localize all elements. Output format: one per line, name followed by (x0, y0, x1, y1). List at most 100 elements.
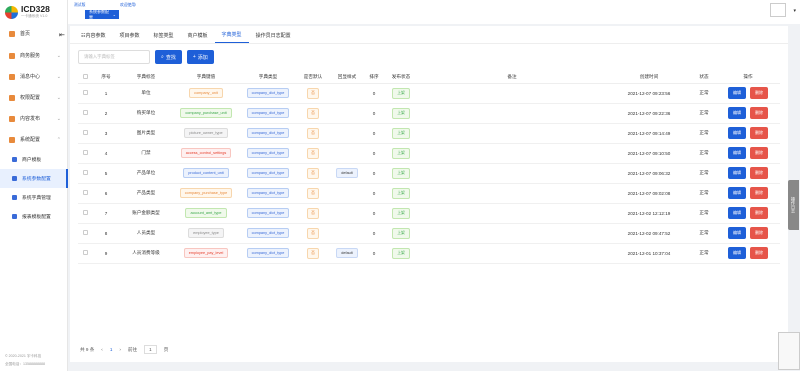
briefcase-icon (9, 52, 15, 59)
sidebar-item-permissions[interactable]: 权限配置 ⌄ (0, 88, 68, 107)
row-checkbox[interactable] (82, 170, 88, 175)
delete-button[interactable]: 删除 (750, 227, 768, 239)
sort-value: 0 (364, 223, 384, 244)
remark (418, 103, 606, 124)
col-header: 字典类型 (240, 71, 296, 84)
logo-icon (5, 5, 18, 19)
dict-label: 人员消费等级 (120, 243, 172, 264)
add-button[interactable]: + 添加 (186, 50, 214, 64)
system-select[interactable]: 系统参数配置 ⌄ (85, 9, 119, 20)
tab-tag-type[interactable]: 标签类型 (147, 32, 181, 43)
default-tag: 否 (307, 107, 319, 119)
delete-button[interactable]: 删除 (750, 247, 768, 259)
edit-button[interactable]: 编辑 (728, 247, 746, 259)
avatar[interactable] (770, 3, 786, 17)
row-checkbox[interactable] (82, 250, 88, 255)
delete-button[interactable]: 删除 (750, 87, 768, 99)
next-page-button[interactable]: › (119, 347, 121, 352)
tab-bar: ☷内容参数 项目参数 标签类型 商户模板 字典类型 操作员日志配置 (70, 26, 788, 44)
edit-button[interactable]: 编辑 (728, 187, 746, 199)
sort-value: 0 (364, 103, 384, 124)
tab-dict-type[interactable]: 字典类型 (214, 31, 249, 43)
prev-page-button[interactable]: ‹ (101, 347, 103, 352)
tab-merchant-template[interactable]: 商户模板 (181, 32, 215, 43)
sidebar: ICD328 一卡通系统 V1.0 首页 商务服务 ⌄ 消息中心 ⌄ 权限配置 ⌄ 内… (0, 0, 68, 371)
collapse-icon[interactable]: ⇤ (59, 31, 65, 39)
chevron-down-icon: ⌄ (56, 115, 61, 122)
row-checkbox[interactable] (82, 130, 88, 135)
sidebar-item-home[interactable]: 首页 (0, 24, 68, 43)
page-jump-input[interactable]: 1 (144, 345, 157, 354)
publish-status-tag: 上架 (392, 87, 410, 99)
total-count: 共 9 条 (80, 346, 95, 352)
edit-button[interactable]: 编辑 (728, 127, 746, 139)
sort-value: 0 (364, 163, 384, 184)
state: 正常 (692, 163, 716, 184)
col-header: 排序 (364, 71, 384, 84)
search-button[interactable]: ⌕ 查找 (155, 50, 182, 64)
publish-status-tag: 上架 (392, 247, 410, 259)
delete-button[interactable]: 删除 (750, 147, 768, 159)
created-time: 2021-12-07 09:22:36 (606, 103, 692, 124)
delete-button[interactable]: 删除 (750, 167, 768, 179)
row-number: 6 (92, 183, 120, 204)
sort-value: 0 (364, 143, 384, 164)
app-subtitle: 一卡通系统 V1.0 (21, 14, 48, 18)
sidebar-item-report-template[interactable]: 报表模板配置 (0, 207, 68, 226)
table-header: 序号 字典标签 字典键值 字典类型 是否默认 回显样式 排序 发布状态 备注 创… (78, 71, 780, 84)
col-header: 发布状态 (384, 71, 418, 84)
sort-value: 0 (364, 183, 384, 204)
sidebar-item-system-config[interactable]: 系统配置 ⌃ (0, 130, 68, 149)
row-checkbox[interactable] (82, 210, 88, 215)
dict-type-tag: company_dict_type (246, 188, 290, 198)
sidebar-item-publish[interactable]: 内容发布 ⌄ (0, 109, 68, 128)
edit-button[interactable]: 编辑 (728, 167, 746, 179)
table-row: 6 产品类型 company_purchase_type company_dict_t… (78, 183, 780, 204)
row-checkbox[interactable] (82, 150, 88, 155)
main-panel: ☷内容参数 项目参数 标签类型 商户模板 字典类型 操作员日志配置 请输入字典标… (70, 26, 788, 362)
dict-table: 序号 字典标签 字典键值 字典类型 是否默认 回显样式 排序 发布状态 备注 创… (78, 71, 780, 264)
created-time: 2021-12-07 09:06:32 (606, 163, 692, 184)
col-header: 字典键值 (172, 71, 240, 84)
sidebar-item-messages[interactable]: 消息中心 ⌄ (0, 67, 68, 86)
row-checkbox[interactable] (82, 190, 88, 195)
table-row: 4 门禁 access_control_settings company_dict_t… (78, 143, 780, 164)
caret-down-icon[interactable]: ▾ (793, 8, 796, 14)
edit-button[interactable]: 编辑 (728, 227, 746, 239)
delete-button[interactable]: 删除 (750, 107, 768, 119)
publish-status-tag: 上架 (392, 127, 410, 139)
tab-project-params[interactable]: 项目参数 (113, 32, 147, 43)
row-checkbox[interactable] (82, 230, 88, 235)
select-all-checkbox[interactable] (82, 73, 88, 79)
sidebar-item-system-params[interactable]: 系统参数配置 (0, 169, 68, 188)
sidebar-item-dict-management[interactable]: 系统字典管理 (0, 188, 68, 207)
operation-log-panel[interactable]: 操作日志 (788, 180, 799, 230)
default-tag: 否 (307, 207, 319, 219)
remark (418, 143, 606, 164)
default-tag: 否 (307, 187, 319, 199)
pagination: 共 9 条 ‹ 1 › 前往 1 页 (80, 345, 168, 354)
lock-icon (9, 94, 15, 101)
search-input[interactable]: 请输入字典标签 (78, 50, 150, 64)
current-page[interactable]: 1 (110, 347, 113, 352)
tab-content-params[interactable]: ☷内容参数 (74, 32, 113, 43)
default-tag: 否 (307, 227, 319, 239)
gear-icon (9, 136, 15, 143)
delete-button[interactable]: 删除 (750, 187, 768, 199)
tab-operator-log[interactable]: 操作员日志配置 (249, 32, 298, 43)
preview-thumbnail[interactable] (778, 332, 800, 370)
row-checkbox[interactable] (82, 110, 88, 115)
app-title: ICD328 (21, 4, 50, 14)
dict-label: 购买单位 (120, 103, 172, 124)
message-icon (9, 73, 15, 80)
edit-button[interactable]: 编辑 (728, 147, 746, 159)
row-checkbox[interactable] (82, 90, 88, 95)
edit-button[interactable]: 编辑 (728, 207, 746, 219)
delete-button[interactable]: 删除 (750, 127, 768, 139)
created-time: 2021-12-07 09:10:50 (606, 143, 692, 164)
delete-button[interactable]: 删除 (750, 207, 768, 219)
sidebar-item-merchant-template[interactable]: 商户模板 (0, 150, 68, 169)
edit-button[interactable]: 编辑 (728, 87, 746, 99)
sidebar-item-business[interactable]: 商务服务 ⌄ (0, 46, 68, 65)
edit-button[interactable]: 编辑 (728, 107, 746, 119)
